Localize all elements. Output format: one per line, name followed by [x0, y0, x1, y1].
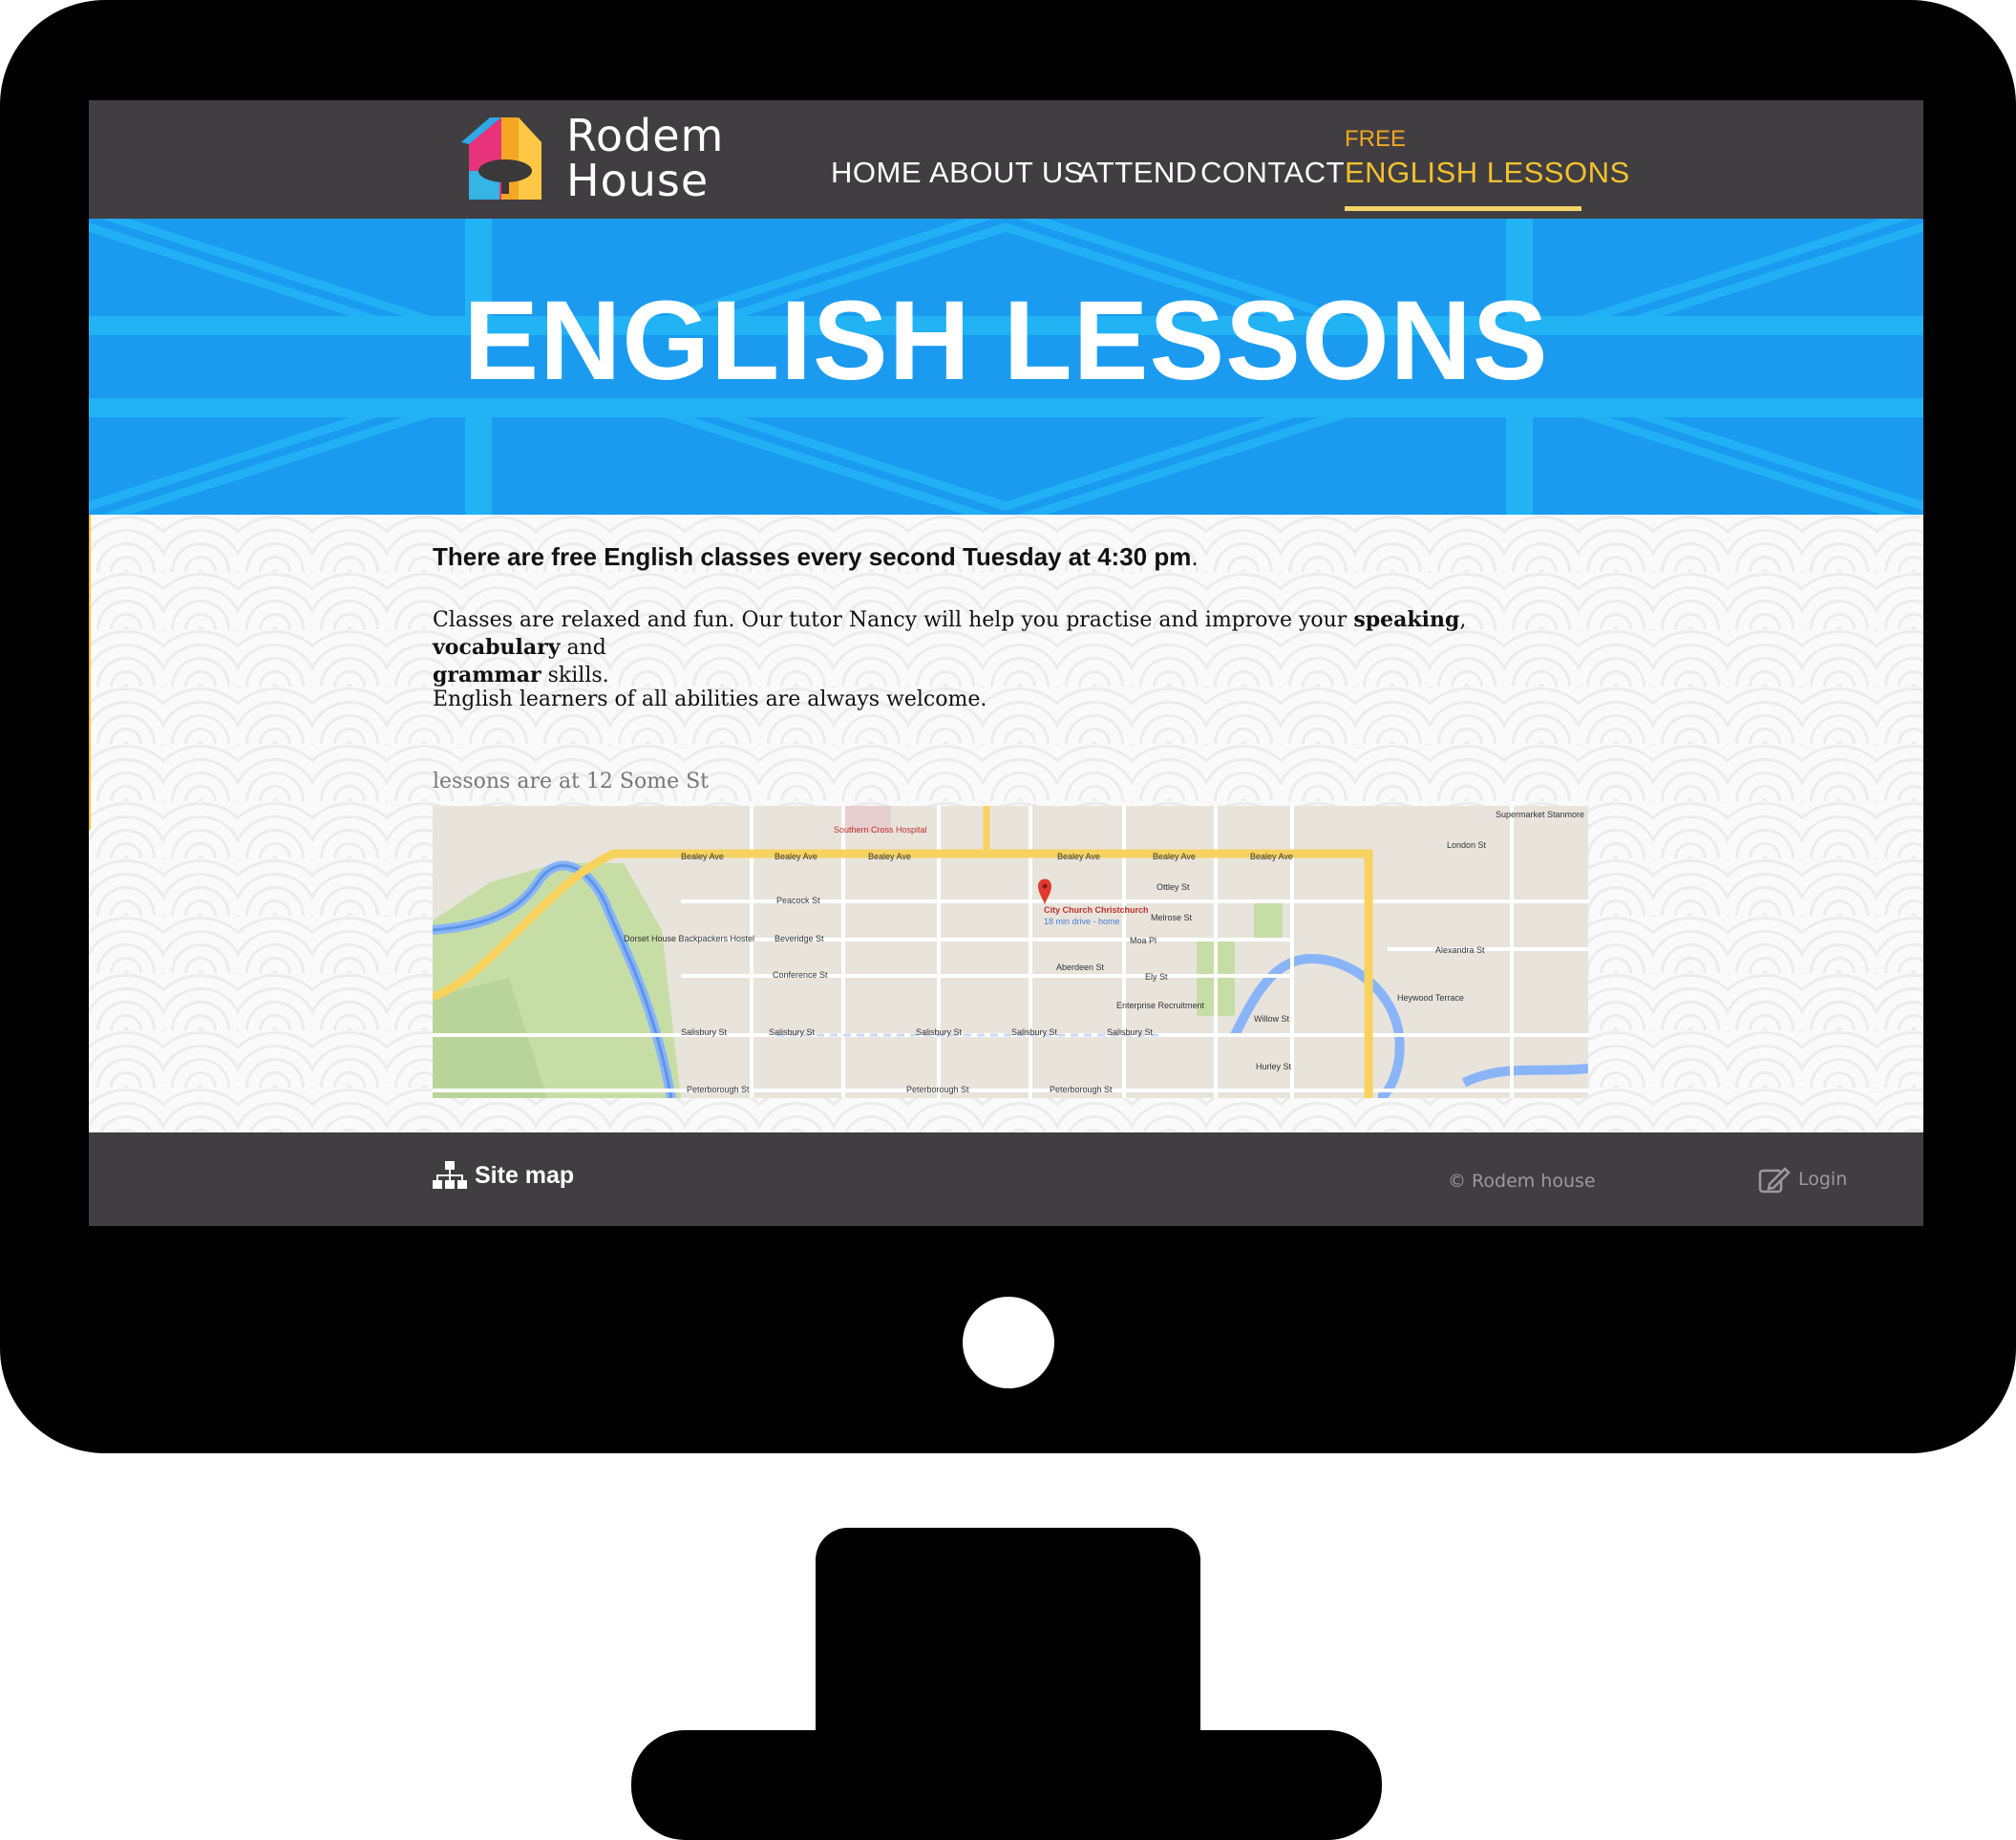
map-street-label: London St [1447, 840, 1487, 850]
map-street-label: Ottley St [1157, 882, 1190, 892]
sitemap-label: Site map [475, 1161, 575, 1189]
nav-active-underline [1345, 206, 1581, 211]
logo-line-2: House [566, 155, 710, 206]
map-street-label: Melrose St [1151, 913, 1193, 922]
map-street-label: Bealey Ave [1250, 852, 1293, 861]
monitor-stand-neck [816, 1528, 1200, 1757]
map-street-label: Alexandra St [1435, 945, 1485, 955]
intro-heading-text: There are free English classes every sec… [433, 542, 1192, 571]
para1-end: skills. [541, 664, 609, 687]
map-street-label: Bealey Ave [681, 852, 724, 861]
nav-item-home[interactable]: HOME [831, 156, 922, 190]
map-place-label: Enterprise Recruitment [1116, 1001, 1205, 1010]
map-street-label: Hurley St [1256, 1062, 1292, 1071]
map-street-label: Bealey Ave [1153, 852, 1196, 861]
nav-item-contact[interactable]: CONTACT [1200, 156, 1345, 190]
map-place-label: Dorset House Backpackers Hostel [624, 934, 755, 943]
para1-text-a: Classes are relaxed and fun. Our tutor N… [433, 608, 1354, 632]
content-left-accent [89, 515, 91, 830]
map-street-label: Heywood Terrace [1397, 993, 1464, 1003]
intro-heading-punct: . [1191, 542, 1199, 571]
edit-icon [1758, 1167, 1791, 1194]
para1-speaking: speaking [1353, 607, 1460, 632]
map-street-label: Moa Pl [1130, 936, 1157, 945]
map-place-label: Supermarket Stanmore [1496, 810, 1585, 819]
map-street-label: Conference St [773, 970, 828, 980]
site-header: Rodem House HOME ABOUT US ATTEND CONTACT… [89, 100, 1923, 219]
nav-item-attend[interactable]: ATTEND [1078, 156, 1198, 190]
map-pin-subtitle: 18 min drive - home [1044, 917, 1120, 926]
map-caption: lessons are at 12 Some St [433, 770, 710, 793]
logo-line-1: Rodem [566, 110, 725, 161]
map-street-label: Bealey Ave [868, 852, 911, 861]
map-canvas [433, 806, 1588, 1098]
nav-item-english-lessons[interactable]: ENGLISH LESSONS [1345, 156, 1630, 190]
map-street-label: Salisbury St [1107, 1027, 1154, 1037]
para1-vocabulary: vocabulary [433, 635, 561, 660]
para1-grammar: grammar [433, 663, 541, 687]
map-street-label: Peterborough St [687, 1085, 750, 1094]
login-label: Login [1798, 1169, 1848, 1190]
map-street-label: Salisbury St [1011, 1027, 1058, 1037]
hero-banner: ENGLISH LESSONS [89, 219, 1923, 515]
map-street-label: Salisbury St [769, 1027, 816, 1037]
para1-sep-1: , [1459, 608, 1467, 632]
intro-paragraph: Classes are relaxed and fun. Our tutor N… [433, 606, 1588, 689]
nav-item-free-label: FREE [1345, 126, 1407, 152]
map-street-label: Willow St [1254, 1014, 1290, 1024]
map-street-label: Salisbury St [916, 1027, 963, 1037]
site-logo-text: Rodem House [566, 114, 724, 203]
map-street-label: Bealey Ave [775, 852, 817, 861]
copyright-text: © Rodem house [1448, 1171, 1596, 1192]
map-street-label: Peacock St [776, 896, 820, 905]
map-place-label: Southern Cross Hospital [834, 825, 927, 835]
map-street-label: Peterborough St [906, 1085, 969, 1094]
map-pin-title: City Church Christchurch [1044, 905, 1149, 915]
house-logo-icon [461, 117, 541, 200]
map-street-label: Peterborough St [1050, 1085, 1113, 1094]
power-button [963, 1297, 1054, 1388]
sitemap-link[interactable]: Site map [433, 1161, 574, 1190]
nav-item-about-us[interactable]: ABOUT US [929, 156, 1084, 190]
map-street-label: Ely St [1145, 972, 1168, 982]
map-street-label: Aberdeen St [1056, 962, 1105, 972]
intro-heading: There are free English classes every sec… [433, 542, 1588, 572]
map-street-label: Bealey Ave [1057, 852, 1100, 861]
monitor-stand-base [631, 1730, 1382, 1840]
location-map[interactable]: City Church Christchurch 18 min drive - … [433, 806, 1588, 1098]
welcome-paragraph: English learners of all abilities are al… [433, 687, 987, 711]
sitemap-icon [433, 1161, 467, 1189]
site-footer: Site map © Rodem house Login [89, 1132, 1923, 1226]
browser-screen: Rodem House HOME ABOUT US ATTEND CONTACT… [89, 100, 1923, 1226]
map-street-label: Salisbury St [681, 1027, 728, 1037]
map-street-label: Beveridge St [775, 934, 824, 943]
page-title: ENGLISH LESSONS [463, 278, 1549, 404]
site-logo[interactable]: Rodem House [461, 114, 723, 209]
login-link[interactable]: Login [1758, 1165, 1847, 1194]
para1-sep-2: and [560, 636, 606, 660]
